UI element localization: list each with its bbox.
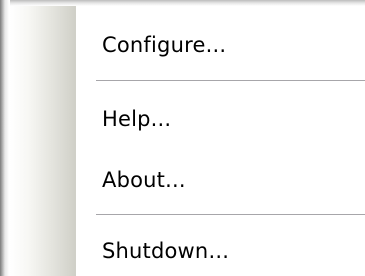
menu-item-about[interactable]: About... xyxy=(76,160,365,200)
menu-separator xyxy=(96,214,365,216)
menu-item-label: Help... xyxy=(102,107,172,131)
menu-separator xyxy=(96,80,365,82)
menu-item-configure[interactable]: Configure... xyxy=(76,25,365,65)
menu-item-shutdown[interactable]: Shutdown... xyxy=(76,231,365,271)
context-menu: Configure... Help... About... Shutdown..… xyxy=(0,0,365,276)
menu-item-label: Configure... xyxy=(102,33,227,57)
menu-item-help[interactable]: Help... xyxy=(76,99,365,139)
menu-item-label: About... xyxy=(102,168,186,192)
menu-left-edge xyxy=(0,0,10,276)
menu-item-label: Shutdown... xyxy=(102,239,230,263)
menu-icon-strip xyxy=(10,6,76,276)
